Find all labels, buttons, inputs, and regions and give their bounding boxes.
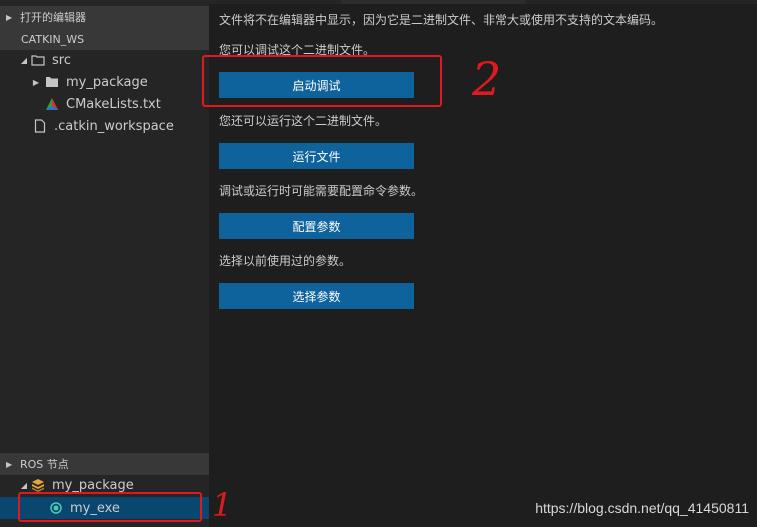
annotation-number-1: 1 bbox=[212, 486, 233, 524]
tree-item-my-package[interactable]: ▶ my_package bbox=[0, 71, 209, 93]
watermark: https://blog.csdn.net/qq_41450811 bbox=[535, 500, 749, 516]
tab-strip bbox=[209, 0, 757, 4]
tree-item-label: my_package bbox=[66, 74, 148, 90]
annotation-number-2: 2 bbox=[472, 52, 502, 106]
open-editors-header[interactable]: ▶ 打开的编辑器 bbox=[0, 6, 209, 28]
ros-nodes-label: ROS 节点 bbox=[20, 458, 69, 471]
chevron-down-icon: ◢ bbox=[20, 55, 28, 65]
tree-item-catkin-workspace[interactable]: .catkin_workspace bbox=[0, 115, 209, 137]
tree-item-cmakelists[interactable]: CMakeLists.txt bbox=[0, 93, 209, 115]
folder-open-icon bbox=[30, 52, 46, 68]
chevron-right-icon: ▶ bbox=[6, 459, 13, 469]
chevron-right-icon: ▶ bbox=[32, 77, 40, 87]
explorer-sidebar: ▶ 打开的编辑器 CATKIN_WS ◢ src ▶ my_package CM… bbox=[0, 0, 209, 527]
chevron-right-icon: ▶ bbox=[6, 12, 13, 22]
ros-nodes-header[interactable]: ▶ ROS 节点 bbox=[0, 453, 209, 475]
cmake-icon bbox=[44, 96, 60, 112]
tree-item-label: my_package bbox=[52, 477, 134, 493]
configure-args-button[interactable]: 配置参数 bbox=[219, 213, 414, 239]
editor-tab[interactable] bbox=[341, 0, 525, 4]
config-prompt: 调试或运行时可能需要配置命令参数。 bbox=[219, 184, 424, 198]
annotation-box-1 bbox=[18, 492, 202, 522]
run-prompt: 您还可以运行这个二进制文件。 bbox=[219, 114, 388, 128]
tree-item-src[interactable]: ◢ src bbox=[0, 49, 209, 71]
open-editors-label: 打开的编辑器 bbox=[20, 11, 86, 24]
folder-icon bbox=[44, 74, 60, 90]
select-prompt: 选择以前使用过的参数。 bbox=[219, 254, 352, 268]
chevron-down-icon: ◢ bbox=[20, 480, 28, 490]
tree-item-label: .catkin_workspace bbox=[54, 118, 174, 134]
workspace-header[interactable]: CATKIN_WS bbox=[0, 28, 209, 50]
run-file-button[interactable]: 运行文件 bbox=[219, 143, 414, 169]
annotation-box-2 bbox=[202, 55, 442, 107]
tree-item-label: src bbox=[52, 52, 71, 68]
workspace-label: CATKIN_WS bbox=[21, 32, 85, 46]
binary-message: 文件将不在编辑器中显示，因为它是二进制文件、非常大或使用不支持的文本编码。 bbox=[219, 13, 664, 27]
select-args-button[interactable]: 选择参数 bbox=[219, 283, 414, 309]
file-icon bbox=[32, 118, 48, 134]
package-icon bbox=[30, 477, 46, 493]
tree-item-label: CMakeLists.txt bbox=[66, 96, 161, 112]
